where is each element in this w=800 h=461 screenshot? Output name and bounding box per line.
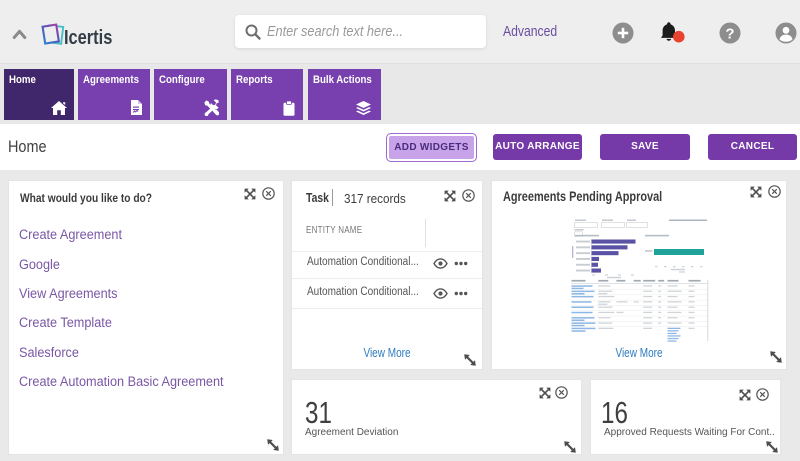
svg-text:?: ?	[725, 25, 734, 42]
